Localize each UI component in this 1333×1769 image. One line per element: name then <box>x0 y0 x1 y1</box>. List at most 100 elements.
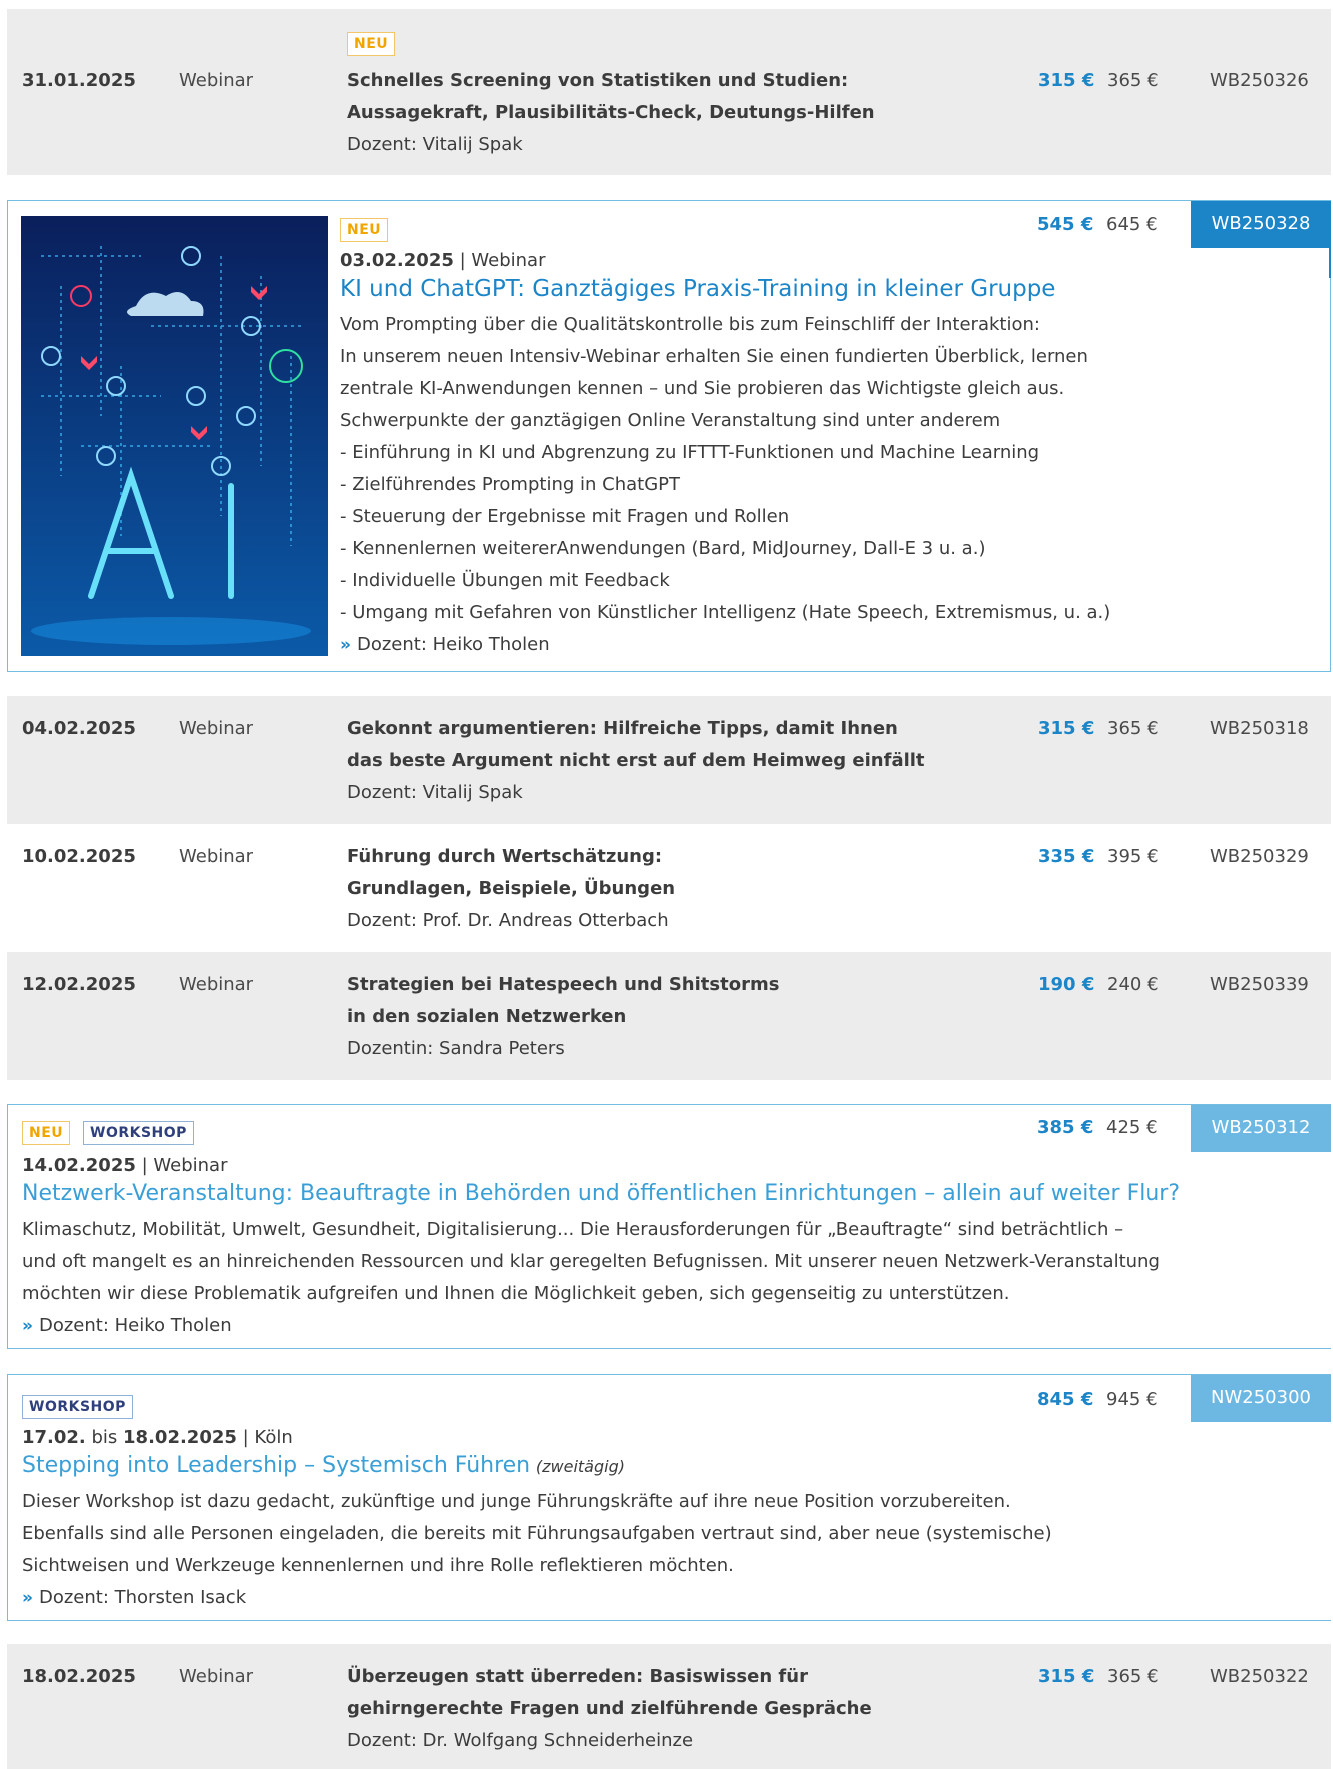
new-badge: NEU <box>347 32 396 56</box>
event-code: WB250322 <box>1210 1666 1309 1687</box>
date-range-separator: bis <box>85 1427 124 1448</box>
event-title-link[interactable]: Netzwerk-Veranstaltung: Beauftragte in B… <box>22 1181 1180 1206</box>
event-description-line: zentrale KI-Anwendungen kennen – und Sie… <box>340 378 1065 399</box>
event-date: 31.01.2025 <box>22 70 136 91</box>
event-title-line: Grundlagen, Beispiele, Übungen <box>347 878 676 899</box>
event-description-line: Ebenfalls sind alle Personen eingeladen,… <box>22 1523 1052 1544</box>
event-code-tab: WB250328 <box>1191 201 1331 248</box>
event-date: 12.02.2025 <box>22 974 136 995</box>
event-type: Webinar <box>179 846 254 867</box>
ai-illustration <box>21 216 328 656</box>
event-code: WB250329 <box>1210 846 1309 867</box>
event-title-line: gehirngerechte Fragen und zielführende G… <box>347 1698 872 1719</box>
event-description-line: - Steuerung der Ergebnisse mit Fragen un… <box>340 506 790 527</box>
event-description-line: Sichtweisen und Werkzeuge kennenlernen u… <box>22 1555 734 1576</box>
event-description-line: und oft mangelt es an hinreichenden Ress… <box>22 1251 1160 1272</box>
event-date: 04.02.2025 <box>22 718 136 739</box>
event-title-line: Überzeugen statt überreden: Basiswissen … <box>347 1666 808 1687</box>
event-description-line: Schwerpunkte der ganztägigen Online Vera… <box>340 410 1001 431</box>
featured-event-card: NEU 03.02.2025 | Webinar KI und ChatGPT:… <box>7 200 1331 672</box>
event-price: 845 € <box>1037 1389 1094 1410</box>
event-code: WB250318 <box>1210 718 1309 739</box>
event-lecturer-link[interactable]: » Dozent: Heiko Tholen <box>22 1310 1160 1342</box>
event-title-line: Aussagekraft, Plausibilitäts-Check, Deut… <box>347 102 875 123</box>
event-lecturer: Dozent: Dr. Wolfgang Schneiderheinze <box>347 1730 694 1751</box>
event-price-old: 645 € <box>1106 214 1158 235</box>
double-chevron-right-icon: » <box>22 1316 33 1336</box>
event-date-to: 18.02.2025 <box>123 1427 237 1448</box>
event-row: 10.02.2025 Webinar Führung durch Wertsch… <box>7 824 1331 952</box>
event-title-line: Gekonnt argumentieren: Hilfreiche Tipps,… <box>347 718 898 739</box>
event-description-line: Vom Prompting über die Qualitätskontroll… <box>340 314 1040 335</box>
event-title-line: in den sozialen Netzwerken <box>347 1006 627 1027</box>
event-price: 190 € <box>1038 974 1095 995</box>
event-price: 315 € <box>1038 718 1095 739</box>
event-row: 18.02.2025 Webinar Überzeugen statt über… <box>7 1644 1331 1769</box>
event-date-from: 17.02. <box>22 1427 86 1448</box>
event-description-line: - Kennenlernen weitererAnwendungen (Bard… <box>340 538 986 559</box>
event-description-line: möchten wir diese Problematik aufgreifen… <box>22 1283 1010 1304</box>
event-price-old: 240 € <box>1107 974 1159 995</box>
event-type: | Webinar <box>135 1155 228 1176</box>
event-price: 315 € <box>1038 1666 1095 1687</box>
event-code: WB250326 <box>1210 70 1309 91</box>
event-price-old: 365 € <box>1107 70 1159 91</box>
event-date: 14.02.2025 <box>22 1155 136 1176</box>
event-price: 545 € <box>1037 214 1094 235</box>
event-lecturer-link[interactable]: » Dozent: Thorsten Isack <box>22 1582 1052 1614</box>
event-duration-note: (zweitägig) <box>535 1457 625 1476</box>
event-row: 04.02.2025 Webinar Gekonnt argumentieren… <box>7 696 1331 824</box>
event-lecturer: Dozent: Prof. Dr. Andreas Otterbach <box>347 910 669 931</box>
event-price-old: 365 € <box>1107 1666 1159 1687</box>
event-date-place: 17.02. bis 18.02.2025 | Köln <box>22 1427 293 1448</box>
new-badge: NEU <box>340 218 389 242</box>
event-code: WB250339 <box>1210 974 1309 995</box>
event-code-tab: NW250300 <box>1191 1375 1331 1422</box>
event-lecturer-link[interactable]: » Dozent: Heiko Tholen <box>340 629 1110 661</box>
workshop-badge: WORKSHOP <box>22 1395 133 1419</box>
event-title-line: Schnelles Screening von Statistiken und … <box>347 70 849 91</box>
event-type: Webinar <box>179 974 254 995</box>
event-type: Webinar <box>179 718 254 739</box>
event-title-line: das beste Argument nicht erst auf dem He… <box>347 750 925 771</box>
event-title-line: Führung durch Wertschätzung: <box>347 846 663 867</box>
new-badge: NEU <box>22 1121 71 1145</box>
code-tab-tail <box>1329 248 1331 278</box>
event-lecturer: Dozentin: Sandra Peters <box>347 1038 565 1059</box>
event-description-line: - Umgang mit Gefahren von Künstlicher In… <box>340 602 1111 623</box>
event-code-tab: WB250312 <box>1191 1105 1331 1152</box>
workshop-badge: WORKSHOP <box>83 1121 194 1145</box>
event-lecturer: Dozent: Thorsten Isack <box>38 1587 247 1608</box>
event-title-link[interactable]: KI und ChatGPT: Ganztägiges Praxis-Train… <box>340 276 1055 302</box>
event-price-old: 365 € <box>1107 718 1159 739</box>
event-price: 385 € <box>1037 1117 1094 1138</box>
event-price-old: 425 € <box>1106 1117 1158 1138</box>
featured-event-card: WORKSHOP 17.02. bis 18.02.2025 | Köln St… <box>7 1374 1331 1621</box>
double-chevron-right-icon: » <box>22 1588 33 1608</box>
event-date-type: 14.02.2025 | Webinar <box>22 1155 227 1176</box>
event-description-line: In unserem neuen Intensiv-Webinar erhalt… <box>340 346 1088 367</box>
event-title-link[interactable]: Stepping into Leadership – Systemisch Fü… <box>22 1453 530 1478</box>
event-lecturer: Dozent: Vitalij Spak <box>347 134 523 155</box>
event-type: | Webinar <box>453 250 546 271</box>
event-date: 10.02.2025 <box>22 846 136 867</box>
event-description-line: - Individuelle Übungen mit Feedback <box>340 570 670 591</box>
event-row: NEU 31.01.2025 Webinar Schnelles Screeni… <box>7 9 1331 175</box>
event-lecturer: Dozent: Vitalij Spak <box>347 782 523 803</box>
event-lecturer: Dozent: Heiko Tholen <box>356 634 550 655</box>
event-description-line: - Einführung in KI und Abgrenzung zu IFT… <box>340 442 1040 463</box>
event-price: 335 € <box>1038 846 1095 867</box>
featured-event-card: NEU WORKSHOP 14.02.2025 | Webinar Netzwe… <box>7 1104 1331 1349</box>
event-row: 12.02.2025 Webinar Strategien bei Hatesp… <box>7 952 1331 1080</box>
event-place: | Köln <box>236 1427 293 1448</box>
event-type: Webinar <box>179 70 254 91</box>
event-lecturer: Dozent: Heiko Tholen <box>38 1315 232 1336</box>
event-date: 18.02.2025 <box>22 1666 136 1687</box>
event-price-old: 395 € <box>1107 846 1159 867</box>
event-description-line: - Zielführendes Prompting in ChatGPT <box>340 474 680 495</box>
event-date: 03.02.2025 <box>340 250 454 271</box>
event-price: 315 € <box>1038 70 1095 91</box>
event-description-line: Klimaschutz, Mobilität, Umwelt, Gesundhe… <box>22 1219 1124 1240</box>
double-chevron-right-icon: » <box>340 635 351 655</box>
event-title-line: Strategien bei Hatespeech und Shitstorms <box>347 974 780 995</box>
